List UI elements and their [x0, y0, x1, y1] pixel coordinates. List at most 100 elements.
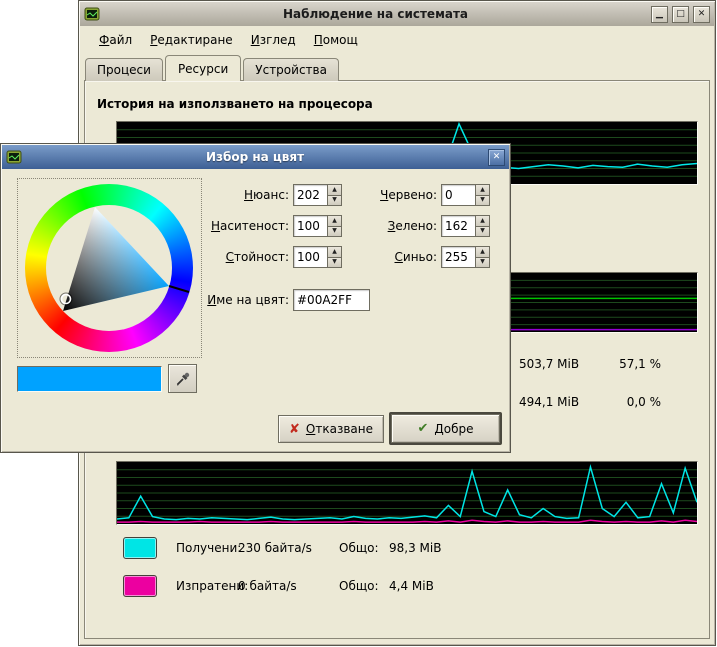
ok-check-icon: ✔ [417, 422, 428, 435]
network-sent-legend-row: Изпратени: 0 байта/s Общо: 4,4 MiB [123, 575, 434, 597]
network-chart-canvas [117, 462, 697, 524]
value-label: Стойност: [199, 250, 289, 264]
saturation-label: Наситеност: [199, 219, 289, 233]
green-spinbox: ▲ ▼ [441, 215, 490, 237]
hue-input[interactable] [293, 184, 327, 206]
current-color-swatch [17, 366, 162, 392]
green-spin-buttons: ▲ ▼ [475, 215, 490, 237]
up-arrow-icon: ▲ [480, 187, 485, 193]
saturation-spinbox: ▲ ▼ [293, 215, 342, 237]
red-spinbox: ▲ ▼ [441, 184, 490, 206]
blue-input[interactable] [441, 246, 475, 268]
green-spin-down-button[interactable]: ▼ [475, 227, 490, 238]
down-arrow-icon: ▼ [332, 197, 337, 203]
maximize-button[interactable]: □ [672, 6, 689, 23]
value-spin-buttons: ▲ ▼ [327, 246, 342, 268]
main-window-title: Наблюдение на системата [104, 7, 647, 21]
received-label: Получени: [176, 541, 238, 555]
dialog-title: Избор на цвят [26, 150, 484, 164]
ok-button-label: Добре [434, 422, 473, 436]
red-spin-up-button[interactable]: ▲ [475, 184, 490, 196]
up-arrow-icon: ▲ [332, 249, 337, 255]
dialog-close-icon: ✕ [493, 153, 501, 162]
hue-spin-down-button[interactable]: ▼ [327, 196, 342, 207]
blue-spinbox: ▲ ▼ [441, 246, 490, 268]
saturation-spin-buttons: ▲ ▼ [327, 215, 342, 237]
cpu-history-heading: История на използването на процесора [97, 97, 373, 111]
minimize-icon: ▁ [656, 10, 663, 19]
sent-label: Изпратени: [176, 579, 238, 593]
menu-view[interactable]: Изглед [243, 30, 304, 50]
blue-spin-down-button[interactable]: ▼ [475, 258, 490, 269]
sent-total-value: 4,4 MiB [389, 579, 434, 593]
received-rate-value: 230 байта/s [238, 541, 339, 555]
saturation-spin-down-button[interactable]: ▼ [327, 227, 342, 238]
down-arrow-icon: ▼ [332, 259, 337, 265]
swap-amount-value: 494,1 MiB [519, 395, 579, 409]
menu-file[interactable]: Файл [91, 30, 140, 50]
tab-processes[interactable]: Процеси [85, 58, 163, 81]
saturation-input[interactable] [293, 215, 327, 237]
tab-resources[interactable]: Ресурси [165, 55, 241, 81]
value-spin-down-button[interactable]: ▼ [327, 258, 342, 269]
green-spin-up-button[interactable]: ▲ [475, 215, 490, 227]
system-monitor-icon [84, 6, 100, 22]
sent-total-label: Общо: [339, 579, 389, 593]
blue-label: Синьо: [349, 250, 437, 264]
maximize-icon: □ [676, 10, 685, 19]
network-history-chart [116, 461, 698, 525]
red-spin-down-button[interactable]: ▼ [475, 196, 490, 207]
up-arrow-icon: ▲ [480, 249, 485, 255]
hue-spin-up-button[interactable]: ▲ [327, 184, 342, 196]
menu-edit[interactable]: Редактиране [142, 30, 241, 50]
color-wheel-frame [17, 178, 202, 358]
color-name-input[interactable] [293, 289, 370, 311]
down-arrow-icon: ▼ [480, 259, 485, 265]
received-total-value: 98,3 MiB [389, 541, 441, 555]
color-name-label: Име на цвят: [199, 293, 289, 307]
main-titlebar[interactable]: Наблюдение на системата ▁ □ ✕ [80, 2, 714, 26]
ok-button[interactable]: ✔ Добре [391, 414, 500, 443]
dialog-titlebar[interactable]: Избор на цвят ✕ [2, 145, 509, 169]
down-arrow-icon: ▼ [480, 228, 485, 234]
dialog-close-button[interactable]: ✕ [488, 149, 505, 166]
up-arrow-icon: ▲ [332, 187, 337, 193]
red-label: Червено: [349, 188, 437, 202]
received-color-swatch[interactable] [123, 537, 157, 559]
menubar: Файл Редактиране Изглед Помощ [79, 27, 715, 52]
value-spinbox: ▲ ▼ [293, 246, 342, 268]
memory-amount-value: 503,7 MiB [519, 357, 579, 371]
notebook-tabbar: Процеси Ресурси Устройства [85, 52, 715, 80]
swap-percent-value: 0,0 % [609, 395, 661, 409]
close-button[interactable]: ✕ [693, 6, 710, 23]
up-arrow-icon: ▲ [480, 218, 485, 224]
hue-spin-buttons: ▲ ▼ [327, 184, 342, 206]
hue-label: Нюанс: [199, 188, 289, 202]
cancel-x-icon: ✘ [289, 423, 300, 436]
tab-devices[interactable]: Устройства [243, 58, 339, 81]
eyedropper-icon [175, 371, 191, 387]
received-total-label: Общо: [339, 541, 389, 555]
saturation-spin-up-button[interactable]: ▲ [327, 215, 342, 227]
eyedropper-button[interactable] [168, 364, 197, 393]
red-spin-buttons: ▲ ▼ [475, 184, 490, 206]
down-arrow-icon: ▼ [480, 197, 485, 203]
menu-help[interactable]: Помощ [306, 30, 366, 50]
down-arrow-icon: ▼ [332, 228, 337, 234]
memory-percent-value: 57,1 % [609, 357, 661, 371]
green-label: Зелено: [349, 219, 437, 233]
saturation-value-triangle[interactable] [25, 184, 193, 352]
hue-spinbox: ▲ ▼ [293, 184, 342, 206]
value-spin-up-button[interactable]: ▲ [327, 246, 342, 258]
green-input[interactable] [441, 215, 475, 237]
red-input[interactable] [441, 184, 475, 206]
cancel-button-label: Отказване [306, 422, 373, 436]
color-picker-dialog: Избор на цвят ✕ Нюанс: [0, 143, 511, 453]
ok-button-default-ring: ✔ Добре [389, 412, 502, 445]
sent-color-swatch[interactable] [123, 575, 157, 597]
cancel-button[interactable]: ✘ Отказване [278, 415, 384, 443]
blue-spin-up-button[interactable]: ▲ [475, 246, 490, 258]
value-input[interactable] [293, 246, 327, 268]
dialog-icon [6, 149, 22, 165]
minimize-button[interactable]: ▁ [651, 6, 668, 23]
